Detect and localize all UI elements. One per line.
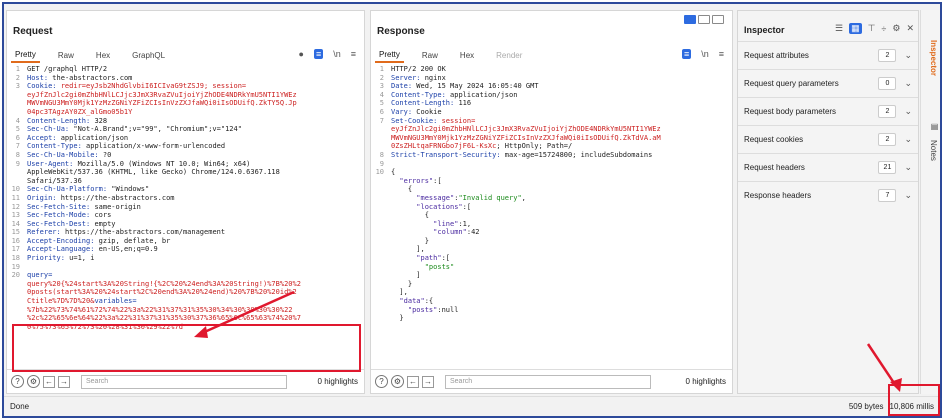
annotation-arrows [194,290,902,392]
burp-repeater-window: Request Pretty Raw Hex GraphQL ● ≡ \n ≡ … [2,2,942,418]
